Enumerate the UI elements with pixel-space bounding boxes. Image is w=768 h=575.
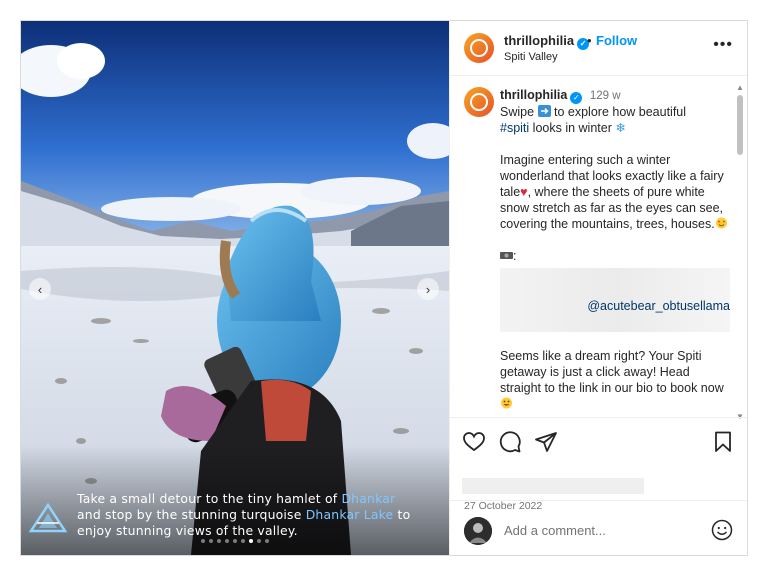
mountain-logo-icon (29, 502, 67, 533)
location-link[interactable]: Spiti Valley (504, 51, 558, 63)
scroll-up-icon[interactable]: ▲ (736, 83, 744, 92)
comment-text: Seems like a dream right? Your Spiti get… (500, 349, 724, 395)
username-link[interactable]: thrillophilia ✓ (504, 33, 590, 50)
mention-link[interactable]: @acutebear_obtusellama (587, 298, 730, 314)
avatar[interactable] (464, 33, 494, 63)
comment-icon[interactable] (498, 430, 522, 454)
verified-icon: ✓ (570, 92, 583, 104)
camera-emoji-icon (500, 252, 513, 259)
carousel-dot (241, 539, 245, 543)
carousel-dot (249, 539, 253, 543)
chevron-right-icon: › (425, 281, 431, 297)
post-side-panel: thrillophilia ✓ • Follow Spiti Valley •••… (449, 21, 747, 555)
caption-highlight: Dhankar Lake (305, 507, 394, 522)
comment-text: , where the sheets of pure white snow st… (500, 185, 724, 231)
add-comment-bar (450, 500, 747, 555)
carousel-dot (201, 539, 205, 543)
next-slide-button[interactable]: › (417, 278, 439, 300)
caption-text: enjoy stunning views of the valley. (77, 523, 298, 538)
follow-button[interactable]: Follow (596, 33, 637, 48)
bookmark-icon[interactable] (711, 430, 735, 454)
post-media[interactable]: ‹ › Take a small detour to the tiny haml… (21, 21, 449, 555)
carousel-dot (233, 539, 237, 543)
snowflake-emoji-icon: ❄ (615, 121, 626, 135)
heart-eyes-emoji-icon (715, 217, 727, 229)
right-arrow-emoji-icon (537, 105, 551, 117)
carousel-dot (257, 539, 261, 543)
caption-text: Take a small detour to the tiny hamlet o… (77, 491, 342, 506)
caption-text: to (393, 507, 411, 522)
grinning-emoji-icon (501, 397, 512, 409)
comment-text: to explore how beautiful (550, 105, 687, 119)
post-dialog: ‹ › Take a small detour to the tiny haml… (20, 20, 748, 556)
carousel-indicator (201, 539, 269, 543)
carousel-dot (209, 539, 213, 543)
redacted-likes (462, 478, 644, 494)
avatar[interactable] (464, 87, 494, 117)
more-options-icon[interactable]: ••• (713, 36, 733, 54)
comment-text: : (513, 249, 517, 263)
caption-highlight: Dhankar (341, 491, 396, 506)
hashtag-link[interactable]: #spiti (500, 121, 529, 135)
comment-text: Swipe (500, 105, 538, 119)
chevron-left-icon: ‹ (37, 281, 43, 297)
comments-scrollbar[interactable]: ▲ ▼ (735, 81, 745, 421)
caption-comment: thrillophilia ✓ 129 w Swipe to explore ho… (500, 87, 730, 412)
scrollbar-thumb[interactable] (737, 95, 743, 155)
post-header: thrillophilia ✓ • Follow Spiti Valley ••• (450, 21, 747, 76)
heart-icon[interactable] (462, 430, 486, 454)
media-caption: Take a small detour to the tiny hamlet o… (77, 491, 437, 539)
share-icon[interactable] (534, 430, 558, 454)
smiley-icon[interactable] (711, 519, 733, 541)
redacted-text: @acutebear_obtusellama (500, 268, 730, 332)
comments-section: thrillophilia ✓ 129 w Swipe to explore ho… (450, 77, 747, 417)
comment-timestamp[interactable]: 129 w (590, 90, 621, 102)
avatar (464, 517, 492, 545)
previous-slide-button[interactable]: ‹ (29, 278, 51, 300)
comment-username[interactable]: thrillophilia (500, 88, 567, 102)
username-text: thrillophilia (504, 33, 575, 48)
carousel-dot (217, 539, 221, 543)
separator-dot: • (587, 33, 592, 48)
comment-text: looks in winter (529, 121, 616, 135)
caption-text: and stop by the stunning turquoise (77, 507, 306, 522)
carousel-dot (265, 539, 269, 543)
heart-emoji-icon: ♥ (520, 185, 528, 199)
comment-input[interactable] (504, 523, 694, 538)
carousel-dot (225, 539, 229, 543)
